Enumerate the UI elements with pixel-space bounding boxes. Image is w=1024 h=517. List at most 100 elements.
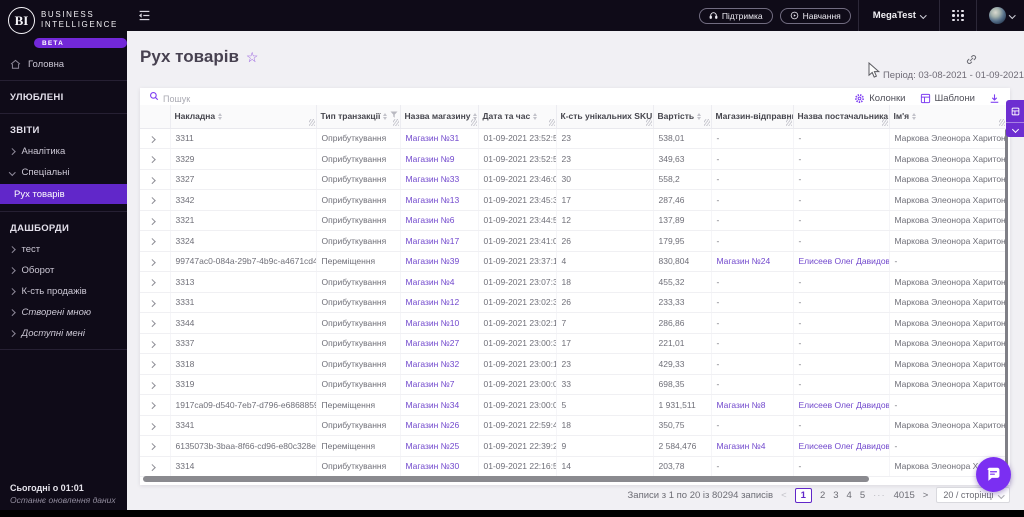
column-resize-handle[interactable] <box>785 118 792 126</box>
column-resize-handle[interactable] <box>470 118 477 126</box>
shop-link[interactable]: Магазин №4 <box>406 277 455 287</box>
sort-icon[interactable] <box>912 112 917 120</box>
expand-row-button[interactable] <box>149 217 156 225</box>
sort-icon[interactable] <box>697 112 702 120</box>
shop-link[interactable]: Магазин №34 <box>406 400 460 410</box>
app-launcher-button[interactable] <box>940 0 975 31</box>
shop-link[interactable]: Магазин №25 <box>406 441 460 451</box>
expand-row-button[interactable] <box>149 402 156 409</box>
column-resize-handle[interactable] <box>308 118 315 126</box>
supplier-link[interactable]: Елисеев Олег Давидович <box>799 256 889 266</box>
workspace-selector[interactable]: MegaTest <box>859 10 940 21</box>
sidebar-item-special[interactable]: Спеціальні <box>0 162 127 183</box>
templates-button[interactable]: Шаблони <box>920 93 975 104</box>
column-header-value[interactable]: Вартість <box>653 105 712 129</box>
chat-widget-button[interactable] <box>976 457 1011 492</box>
copy-link-button[interactable] <box>965 53 978 71</box>
sidebar-item-created-by-me[interactable]: Створені мною <box>0 302 127 323</box>
shop-link[interactable]: Магазин №31 <box>406 133 460 143</box>
expand-row-button[interactable] <box>149 361 156 368</box>
shop-link[interactable]: Магазин №30 <box>406 461 460 471</box>
column-header-shop[interactable]: Назва магазину <box>400 105 479 129</box>
download-button[interactable] <box>989 93 1000 104</box>
expand-row-button[interactable] <box>149 381 156 389</box>
column-resize-handle[interactable] <box>645 118 652 126</box>
sidebar-item-analytics[interactable]: Аналітика <box>0 141 127 162</box>
user-menu[interactable] <box>977 7 1024 24</box>
training-button[interactable]: Навчання <box>779 7 851 24</box>
columns-settings-button[interactable]: Колонки <box>854 93 906 104</box>
column-header-type[interactable]: Тип транзакції <box>316 105 401 129</box>
pagination-page-3[interactable]: 3 <box>833 490 838 501</box>
side-toolbar-collapse-button[interactable] <box>1006 122 1024 137</box>
sender-link[interactable]: Магазин №8 <box>717 400 766 410</box>
pagination-page-1[interactable]: 1 <box>794 487 812 503</box>
sort-icon[interactable] <box>383 112 388 120</box>
shop-link[interactable]: Магазин №9 <box>406 154 455 164</box>
expand-row-button[interactable] <box>149 238 156 245</box>
column-header-sku[interactable]: К-сть унікальних SKU <box>556 105 654 129</box>
expand-row-button[interactable] <box>149 197 156 204</box>
page-size-value: 20 / сторінці <box>943 490 994 500</box>
shop-link[interactable]: Магазин №26 <box>406 420 460 430</box>
pagination-page-2[interactable]: 2 <box>820 490 825 501</box>
shop-link[interactable]: Магазин №13 <box>406 195 460 205</box>
shop-link[interactable]: Магазин №10 <box>406 318 460 328</box>
supplier-link[interactable]: Елисеев Олег Давидович <box>799 400 889 410</box>
brand-logo[interactable]: BI BUSINESS INTELLIGENCE <box>0 0 127 36</box>
sender-link[interactable]: Магазин №4 <box>717 441 766 451</box>
expand-row-button[interactable] <box>149 340 156 348</box>
expand-row-button[interactable] <box>149 299 156 307</box>
supplier-link[interactable]: Елисеев Олег Давидович <box>799 441 889 451</box>
column-resize-handle[interactable] <box>999 118 1005 126</box>
sidebar-item-sales-count[interactable]: К-сть продажів <box>0 281 127 302</box>
shop-link[interactable]: Магазин №12 <box>406 297 460 307</box>
sidebar-item-home[interactable]: Головна <box>0 54 127 75</box>
shop-link[interactable]: Магазин №33 <box>406 174 460 184</box>
side-toolbar-panel-button[interactable] <box>1006 100 1024 122</box>
sort-icon[interactable] <box>218 112 223 120</box>
column-header-name[interactable]: Ім'я <box>889 105 1006 129</box>
pagination-prev-button[interactable]: < <box>781 490 787 501</box>
sender-link[interactable]: Магазин №24 <box>717 256 771 266</box>
sort-icon[interactable] <box>533 112 538 120</box>
table-row: 3318 Оприбуткування Магазин №32 01-09-2021 … <box>140 353 1006 375</box>
expand-row-button[interactable] <box>149 320 156 327</box>
column-header-supplier[interactable]: Назва постачальника <box>793 105 890 129</box>
expand-row-button[interactable] <box>149 135 156 143</box>
expand-row-button[interactable] <box>149 279 156 286</box>
menu-fold-icon[interactable] <box>138 9 151 22</box>
vertical-scrollbar[interactable] <box>1005 129 1008 474</box>
expand-row-button[interactable] <box>149 422 156 430</box>
column-header-sender[interactable]: Магазин-відправник <box>711 105 794 129</box>
shop-link[interactable]: Магазин №39 <box>406 256 460 266</box>
shop-link[interactable]: Магазин №6 <box>406 215 455 225</box>
expand-row-button[interactable] <box>149 463 156 471</box>
support-button[interactable]: Підтримка <box>698 7 773 24</box>
column-header-datetime[interactable]: Дата та час <box>478 105 557 129</box>
pagination-page-4[interactable]: 4 <box>847 490 852 501</box>
expand-row-button[interactable] <box>149 258 156 266</box>
favorite-star-icon[interactable]: ☆ <box>246 50 259 64</box>
column-resize-handle[interactable] <box>548 118 555 126</box>
column-resize-handle[interactable] <box>392 118 399 126</box>
column-resize-handle[interactable] <box>703 118 710 126</box>
shop-link[interactable]: Магазин №17 <box>406 236 460 246</box>
sidebar-item-goods-movement-active[interactable]: Рух товарів <box>0 184 127 204</box>
pagination-page-4015[interactable]: 4015 <box>894 490 915 501</box>
sidebar-item-turnover[interactable]: Оборот <box>0 260 127 281</box>
shop-link[interactable]: Магазин №27 <box>406 338 460 348</box>
shop-link[interactable]: Магазин №7 <box>406 379 455 389</box>
column-header-invoice[interactable]: Накладна <box>170 105 317 129</box>
pagination-next-button[interactable]: > <box>923 490 929 501</box>
expand-row-button[interactable] <box>149 443 156 450</box>
sidebar-item-available-to-me[interactable]: Доступні мені <box>0 323 127 344</box>
shop-link[interactable]: Магазин №32 <box>406 359 460 369</box>
horizontal-scrollbar[interactable] <box>143 476 869 482</box>
pagination-ellipsis[interactable]: ··· <box>873 490 886 501</box>
sidebar-item-test[interactable]: тест <box>0 239 127 260</box>
expand-row-button[interactable] <box>149 156 156 163</box>
expand-row-button[interactable] <box>149 176 156 184</box>
column-resize-handle[interactable] <box>881 118 888 126</box>
pagination-page-5[interactable]: 5 <box>860 490 865 501</box>
